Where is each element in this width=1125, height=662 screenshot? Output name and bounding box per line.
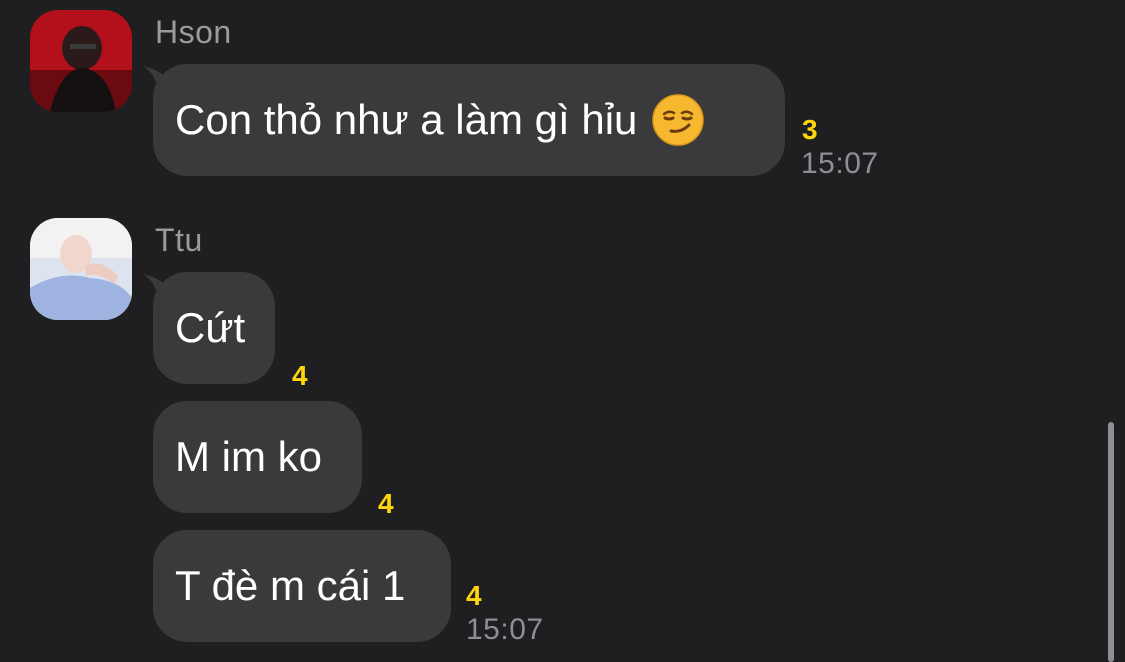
- sender-name: Ttu: [155, 222, 203, 258]
- count-badge: 4: [292, 360, 308, 391]
- message-text: Con thỏ như a làm gì hỉu: [175, 96, 638, 143]
- scrollbar[interactable]: [1108, 422, 1114, 662]
- message-bubble[interactable]: M im ko: [153, 401, 362, 513]
- message-text: M im ko: [175, 433, 322, 480]
- message-time: 15:07: [466, 613, 544, 646]
- message-text: Cứt: [175, 304, 246, 351]
- message-bubble[interactable]: Con thỏ như a làm gì hỉu: [153, 64, 785, 176]
- count-badge: 3: [802, 114, 818, 145]
- smirk-emoji-icon: [652, 94, 705, 146]
- message-text: T đè m cái 1: [175, 562, 406, 609]
- message-bubble[interactable]: Cứt: [153, 272, 275, 384]
- message-bubble[interactable]: T đè m cái 1: [153, 530, 451, 642]
- avatar-hson[interactable]: [30, 10, 132, 112]
- sender-name: Hson: [155, 14, 232, 50]
- count-badge: 4: [378, 488, 394, 519]
- count-badge: 4: [466, 580, 482, 611]
- message-time: 15:07: [801, 147, 879, 180]
- avatar-ttu[interactable]: [30, 218, 132, 320]
